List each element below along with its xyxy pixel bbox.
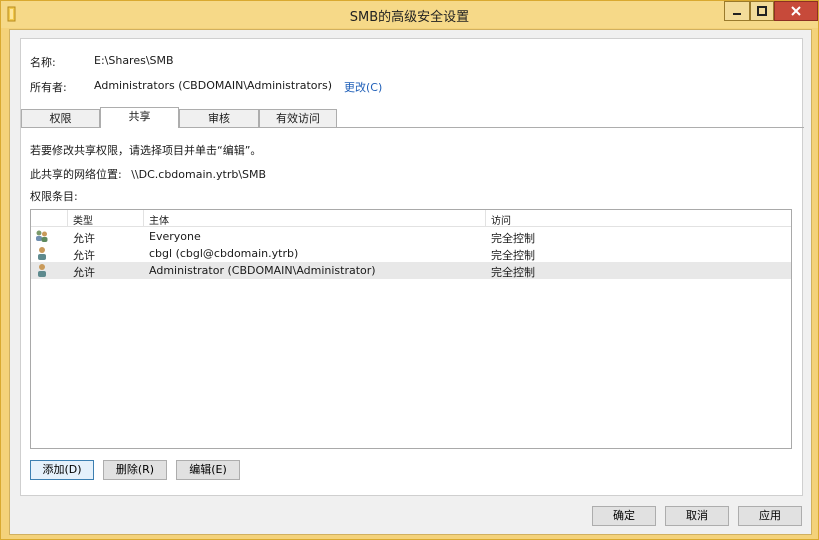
table-row[interactable]: 允许 cbgl (cbgl@cbdomain.ytrb) 完全控制 xyxy=(31,245,791,262)
row-access: 完全控制 xyxy=(491,249,535,262)
row-access: 完全控制 xyxy=(491,232,535,245)
row-principal: Everyone xyxy=(149,230,201,243)
maximize-button[interactable] xyxy=(750,1,774,21)
tab-strip: 权限 共享 审核 有效访问 xyxy=(21,107,804,128)
row-principal: cbgl (cbgl@cbdomain.ytrb) xyxy=(149,247,299,260)
name-label: 名称: xyxy=(30,56,56,69)
row-type: 允许 xyxy=(73,232,95,245)
user-icon xyxy=(38,247,46,260)
network-location-row: 此共享的网络位置: \\DC.cbdomain.ytrb\SMB xyxy=(30,166,266,182)
row-type: 允许 xyxy=(73,249,95,262)
close-button[interactable] xyxy=(774,1,818,21)
user-icon xyxy=(38,264,46,277)
tab-share[interactable]: 共享 xyxy=(100,107,179,128)
add-button[interactable]: 添加(D) xyxy=(30,460,94,480)
tab-permissions[interactable]: 权限 xyxy=(21,109,100,127)
window-title: SMB的高级安全设置 xyxy=(349,10,470,25)
change-owner-link[interactable]: 更改(C) xyxy=(344,79,382,95)
column-principal-header[interactable]: 主体 xyxy=(149,212,169,227)
row-principal: Administrator (CBDOMAIN\Administrator) xyxy=(149,264,376,277)
owner-value: Administrators (CBDOMAIN\Administrators) xyxy=(94,79,333,92)
content-panel: 名称: E:\Shares\SMB 所有者: Administrators (C… xyxy=(20,38,804,496)
column-type-header[interactable]: 类型 xyxy=(73,212,93,227)
row-type: 允许 xyxy=(73,266,95,279)
tab-audit[interactable]: 审核 xyxy=(179,109,259,127)
tab-effective-access[interactable]: 有效访问 xyxy=(259,109,337,127)
remove-button[interactable]: 删除(R) xyxy=(103,460,167,480)
table-row[interactable]: 允许 Everyone 完全控制 xyxy=(31,228,791,245)
column-access-header[interactable]: 访问 xyxy=(491,212,511,227)
apply-button[interactable]: 应用 xyxy=(738,506,802,526)
column-separator xyxy=(485,210,486,227)
row-access: 完全控制 xyxy=(491,266,535,279)
group-users-icon xyxy=(36,230,48,242)
maximize-icon xyxy=(757,6,767,16)
list-header: 类型 主体 访问 xyxy=(31,210,791,227)
minimize-button[interactable] xyxy=(724,1,750,21)
column-separator xyxy=(67,210,68,227)
network-location-value: \\DC.cbdomain.ytrb\SMB xyxy=(131,168,267,181)
column-separator xyxy=(143,210,144,227)
owner-label: 所有者: xyxy=(30,81,67,94)
table-row[interactable]: 允许 Administrator (CBDOMAIN\Administrator… xyxy=(31,262,791,279)
minimize-icon xyxy=(733,13,741,15)
close-icon xyxy=(791,6,801,16)
ok-button[interactable]: 确定 xyxy=(592,506,656,526)
name-value: E:\Shares\SMB xyxy=(94,54,174,67)
network-location-label: 此共享的网络位置: xyxy=(30,168,122,181)
permission-entries-list[interactable]: 类型 主体 访问 允许 Everyone 完全控制 允许 cbgl (cbgl@… xyxy=(30,209,792,449)
share-instruction: 若要修改共享权限，请选择项目并单击“编辑”。 xyxy=(30,144,262,157)
title-bar[interactable]: SMB的高级安全设置 xyxy=(1,1,818,28)
entries-label: 权限条目: xyxy=(30,190,78,203)
dialog-client-area: 名称: E:\Shares\SMB 所有者: Administrators (C… xyxy=(9,29,812,535)
edit-button[interactable]: 编辑(E) xyxy=(176,460,240,480)
cancel-button[interactable]: 取消 xyxy=(665,506,729,526)
dialog-window: SMB的高级安全设置 名称: E:\Shares\SMB 所有者: Admini… xyxy=(0,0,819,540)
